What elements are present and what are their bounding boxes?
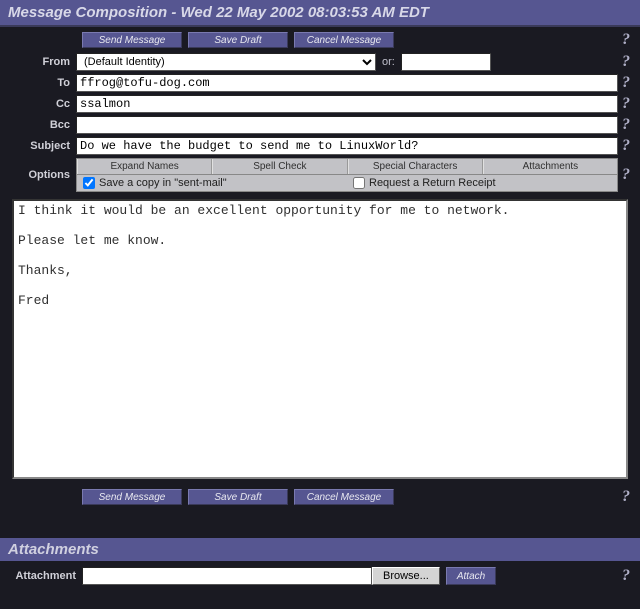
compose-window: Message Composition - Wed 22 May 2002 08…: [0, 0, 640, 609]
window-title: Message Composition - Wed 22 May 2002 08…: [0, 0, 640, 27]
or-label: or:: [382, 56, 395, 68]
attachment-file-input[interactable]: [82, 567, 372, 585]
help-icon[interactable]: ?: [618, 567, 634, 585]
help-icon[interactable]: ?: [618, 31, 634, 49]
save-copy-label: Save a copy in "sent-mail": [99, 177, 227, 189]
attachments-title: Attachments: [0, 538, 640, 561]
help-icon[interactable]: ?: [618, 95, 634, 113]
options-toolbar: Expand Names Spell Check Special Charact…: [76, 158, 618, 175]
options-checks: Save a copy in "sent-mail" Request a Ret…: [76, 175, 618, 192]
help-icon[interactable]: ?: [618, 488, 634, 506]
message-body[interactable]: [12, 199, 628, 479]
from-select[interactable]: (Default Identity): [76, 53, 376, 71]
help-icon[interactable]: ?: [618, 137, 634, 155]
from-label: From: [6, 56, 76, 68]
cancel-button[interactable]: Cancel Message: [294, 32, 394, 48]
header-fields: From (Default Identity) or: ? To ? Cc ?: [0, 53, 640, 192]
subject-label: Subject: [6, 140, 76, 152]
attach-button[interactable]: Attach: [446, 567, 496, 585]
spell-check-button[interactable]: Spell Check: [212, 159, 347, 174]
expand-names-button[interactable]: Expand Names: [77, 159, 212, 174]
cc-input[interactable]: [76, 95, 618, 113]
help-icon[interactable]: ?: [618, 116, 634, 134]
attachment-row: Attachment Browse... Attach ?: [0, 561, 640, 591]
special-chars-button[interactable]: Special Characters: [348, 159, 483, 174]
to-input[interactable]: [76, 74, 618, 92]
cc-label: Cc: [6, 98, 76, 110]
cancel-button-bottom[interactable]: Cancel Message: [294, 489, 394, 505]
return-receipt-checkbox[interactable]: [353, 177, 365, 189]
to-label: To: [6, 77, 76, 89]
bcc-input[interactable]: [76, 116, 618, 134]
top-button-row: Send Message Save Draft Cancel Message ?: [0, 27, 640, 53]
send-button[interactable]: Send Message: [82, 32, 182, 48]
save-draft-button-bottom[interactable]: Save Draft: [188, 489, 288, 505]
save-draft-button[interactable]: Save Draft: [188, 32, 288, 48]
browse-button[interactable]: Browse...: [372, 567, 440, 585]
help-icon[interactable]: ?: [618, 74, 634, 92]
send-button-bottom[interactable]: Send Message: [82, 489, 182, 505]
subject-input[interactable]: [76, 137, 618, 155]
help-icon[interactable]: ?: [618, 166, 634, 184]
bottom-button-row: Send Message Save Draft Cancel Message ?: [0, 484, 640, 510]
bcc-label: Bcc: [6, 119, 76, 131]
help-icon[interactable]: ?: [618, 53, 634, 71]
attachment-label: Attachment: [6, 570, 82, 582]
save-copy-checkbox[interactable]: [83, 177, 95, 189]
return-receipt-label: Request a Return Receipt: [369, 177, 496, 189]
from-other-input[interactable]: [401, 53, 491, 71]
attachments-button[interactable]: Attachments: [483, 159, 617, 174]
options-label: Options: [6, 169, 76, 181]
